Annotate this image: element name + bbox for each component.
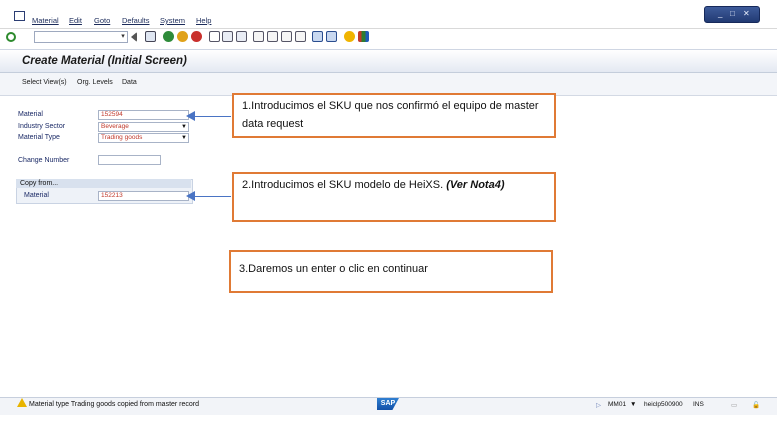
next-page-icon[interactable] <box>281 31 292 42</box>
menu-system[interactable]: System <box>160 16 185 25</box>
callout-1-arrow <box>193 116 231 117</box>
maximize-icon[interactable]: □ <box>730 9 735 18</box>
callout-2-arrow <box>193 196 231 197</box>
server-name: heiclp500900 <box>644 401 683 408</box>
previous-page-icon[interactable] <box>267 31 278 42</box>
industry-sector-label: Industry Sector <box>18 123 66 130</box>
last-page-icon[interactable] <box>295 31 306 42</box>
menu-goto[interactable]: Goto <box>94 16 110 25</box>
callout-3: 3.Daremos un enter o clic en continuar <box>229 250 553 293</box>
callout-2-note: (Ver Nota4) <box>446 179 505 191</box>
chevron-down-icon: ▼ <box>181 135 187 141</box>
play-icon[interactable]: ▷ <box>596 401 601 409</box>
first-page-icon[interactable] <box>253 31 264 42</box>
material-type-select[interactable]: Trading goods ▼ <box>98 133 189 143</box>
print-icon[interactable] <box>209 31 220 42</box>
input-mode: INS <box>693 401 704 408</box>
org-levels-button[interactable]: Org. Levels <box>77 79 113 86</box>
page-title: Create Material (Initial Screen) <box>22 55 187 67</box>
change-number-input[interactable] <box>98 155 161 165</box>
material-type-label: Material Type <box>18 134 60 141</box>
close-icon[interactable]: ✕ <box>743 9 750 18</box>
exit-icon[interactable] <box>177 31 188 42</box>
command-field[interactable] <box>34 31 128 43</box>
menu-material[interactable]: Material <box>32 16 59 25</box>
menu-help[interactable]: Help <box>196 16 211 25</box>
menu-defaults[interactable]: Defaults <box>122 16 150 25</box>
minimize-icon[interactable]: _ <box>718 9 722 18</box>
layout-menu-icon[interactable] <box>358 31 369 42</box>
select-views-button[interactable]: Select View(s) <box>22 79 67 86</box>
sap-menu-icon[interactable] <box>14 11 25 21</box>
change-number-label: Change Number <box>18 157 70 164</box>
help-icon[interactable] <box>344 31 355 42</box>
material-label: Material <box>18 111 43 118</box>
industry-sector-select[interactable]: Beverage ▼ <box>98 122 189 132</box>
command-dropdown-icon[interactable]: ▾ <box>118 31 128 43</box>
enter-check-icon[interactable] <box>6 32 16 42</box>
copy-from-title: Copy from... <box>20 180 59 187</box>
system-dropdown-icon[interactable]: ▼ <box>630 401 636 408</box>
callout-1-arrowhead <box>186 111 195 121</box>
material-input[interactable]: 152594 <box>98 110 189 120</box>
data-button[interactable]: Data <box>122 79 137 86</box>
save-icon[interactable] <box>145 31 156 42</box>
copy-material-label: Material <box>24 192 49 199</box>
callout-2-text: 2.Introducimos el SKU modelo de HeiXS. <box>242 179 447 191</box>
shortcut-icon[interactable] <box>326 31 337 42</box>
chevron-down-icon: ▼ <box>181 124 187 130</box>
cancel-icon[interactable] <box>191 31 202 42</box>
transaction-code: MM01 <box>608 401 627 408</box>
callout-2: 2.Introducimos el SKU modelo de HeiXS. (… <box>232 172 556 222</box>
menu-bar <box>0 0 777 27</box>
find-icon[interactable] <box>222 31 233 42</box>
industry-sector-value: Beverage <box>101 123 129 130</box>
warning-icon <box>17 398 27 407</box>
back-icon[interactable] <box>163 31 174 42</box>
create-session-icon[interactable] <box>312 31 323 42</box>
callout-2-arrowhead <box>186 191 195 201</box>
callout-1: 1.Introducimos el SKU que nos confirmó e… <box>232 93 556 138</box>
lock-icon[interactable]: 🔓 <box>752 401 760 409</box>
copy-material-input[interactable]: 152213 <box>98 191 189 201</box>
back-arrow-icon[interactable] <box>131 32 137 42</box>
window-controls: _ □ ✕ <box>704 6 760 23</box>
status-field-icon: ▭ <box>731 402 738 409</box>
material-type-value: Trading goods <box>101 134 143 141</box>
menu-edit[interactable]: Edit <box>69 16 82 25</box>
find-next-icon[interactable] <box>236 31 247 42</box>
status-message: Material type Trading goods copied from … <box>29 401 200 408</box>
